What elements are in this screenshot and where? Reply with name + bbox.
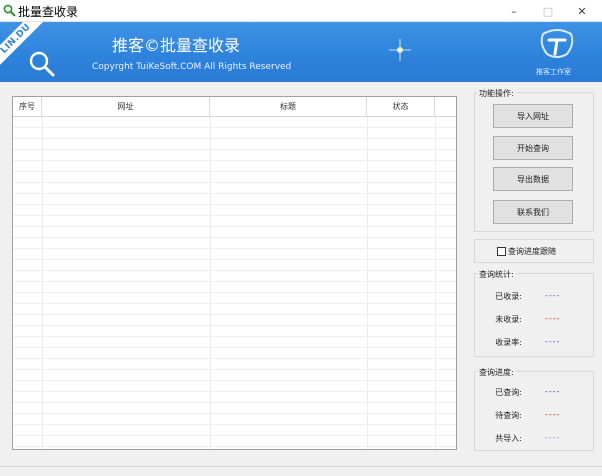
table-row[interactable] xyxy=(13,425,456,436)
indexed-label: 已收录: xyxy=(495,292,522,301)
table-row[interactable] xyxy=(13,337,456,348)
logo-icon xyxy=(540,29,574,58)
table-header: 序号 网址 标题 状态 xyxy=(13,97,456,117)
table-row[interactable] xyxy=(13,128,456,139)
index-rate-label: 收录率: xyxy=(495,338,522,347)
export-data-button[interactable]: 导出数据 xyxy=(493,167,573,191)
magnifier-app-icon xyxy=(3,4,16,17)
table-row[interactable] xyxy=(13,161,456,172)
table-row[interactable] xyxy=(13,293,456,304)
table-row[interactable] xyxy=(13,414,456,425)
column-header-index[interactable]: 序号 xyxy=(13,97,42,117)
table-row[interactable] xyxy=(13,238,456,249)
table-row[interactable] xyxy=(13,216,456,227)
logo-text: 推客工作室 xyxy=(536,68,571,76)
table-row[interactable] xyxy=(13,150,456,161)
contact-us-button[interactable]: 联系我们 xyxy=(493,200,573,224)
table-row[interactable] xyxy=(13,392,456,403)
total-imported-label: 共导入: xyxy=(495,434,522,443)
table-row[interactable] xyxy=(13,359,456,370)
banner-title: 推客©批量查收录 xyxy=(112,36,241,55)
column-header-title[interactable]: 标题 xyxy=(210,97,367,117)
table-row[interactable] xyxy=(13,194,456,205)
sparkle-icon xyxy=(389,39,411,61)
table-row[interactable] xyxy=(13,183,456,194)
header-banner: LIN.DU 推客©批量查收录 Copyrght TuiKeSoft.COM A… xyxy=(0,22,602,82)
table-row[interactable] xyxy=(13,205,456,216)
progress-group-label: 查询进度: xyxy=(477,367,516,378)
queried-label: 已查询: xyxy=(495,388,522,397)
table-row[interactable] xyxy=(13,249,456,260)
table-row[interactable] xyxy=(13,227,456,238)
minimize-button[interactable]: – xyxy=(497,0,531,22)
start-query-button[interactable]: 开始查询 xyxy=(493,136,573,160)
table-row[interactable] xyxy=(13,381,456,392)
follow-progress-checkbox[interactable]: 查询进度跟随 xyxy=(497,246,556,257)
index-rate-value: ---- xyxy=(545,337,561,346)
stats-group-label: 查询统计: xyxy=(477,269,516,280)
column-header-url[interactable]: 网址 xyxy=(42,97,210,117)
queried-value: ---- xyxy=(545,387,561,396)
not-indexed-label: 未收录: xyxy=(495,315,522,324)
table-body xyxy=(13,117,456,449)
table-row[interactable] xyxy=(13,403,456,414)
table-row[interactable] xyxy=(13,117,456,128)
window-title: 批量查收录 xyxy=(18,5,79,19)
indexed-value: ---- xyxy=(545,291,561,300)
table-row[interactable] xyxy=(13,326,456,337)
pending-value: ---- xyxy=(545,410,561,419)
status-bar xyxy=(0,466,602,476)
table-row[interactable] xyxy=(13,348,456,359)
table-row[interactable] xyxy=(13,304,456,315)
table-row[interactable] xyxy=(13,271,456,282)
title-bar: 批量查收录 – □ ✕ xyxy=(0,0,602,22)
pending-label: 待查询: xyxy=(495,411,522,420)
import-urls-button[interactable]: 导入网址 xyxy=(493,104,573,128)
results-table[interactable]: 序号 网址 标题 状态 xyxy=(12,96,457,450)
follow-progress-label: 查询进度跟随 xyxy=(508,247,556,256)
close-button[interactable]: ✕ xyxy=(565,0,599,22)
table-row[interactable] xyxy=(13,172,456,183)
table-row[interactable] xyxy=(13,282,456,293)
table-row[interactable] xyxy=(13,436,456,447)
column-header-status[interactable]: 状态 xyxy=(367,97,435,117)
table-row[interactable] xyxy=(13,260,456,271)
table-row[interactable] xyxy=(13,370,456,381)
not-indexed-value: ---- xyxy=(545,314,561,323)
search-icon xyxy=(29,51,55,77)
table-row[interactable] xyxy=(13,315,456,326)
maximize-button[interactable]: □ xyxy=(531,0,565,22)
checkbox-box[interactable] xyxy=(497,247,506,256)
table-row[interactable] xyxy=(13,139,456,150)
actions-group-label: 功能操作: xyxy=(477,88,516,99)
total-imported-value: ---- xyxy=(545,433,561,442)
copyright-text: Copyrght TuiKeSoft.COM All Rights Reserv… xyxy=(92,62,292,72)
